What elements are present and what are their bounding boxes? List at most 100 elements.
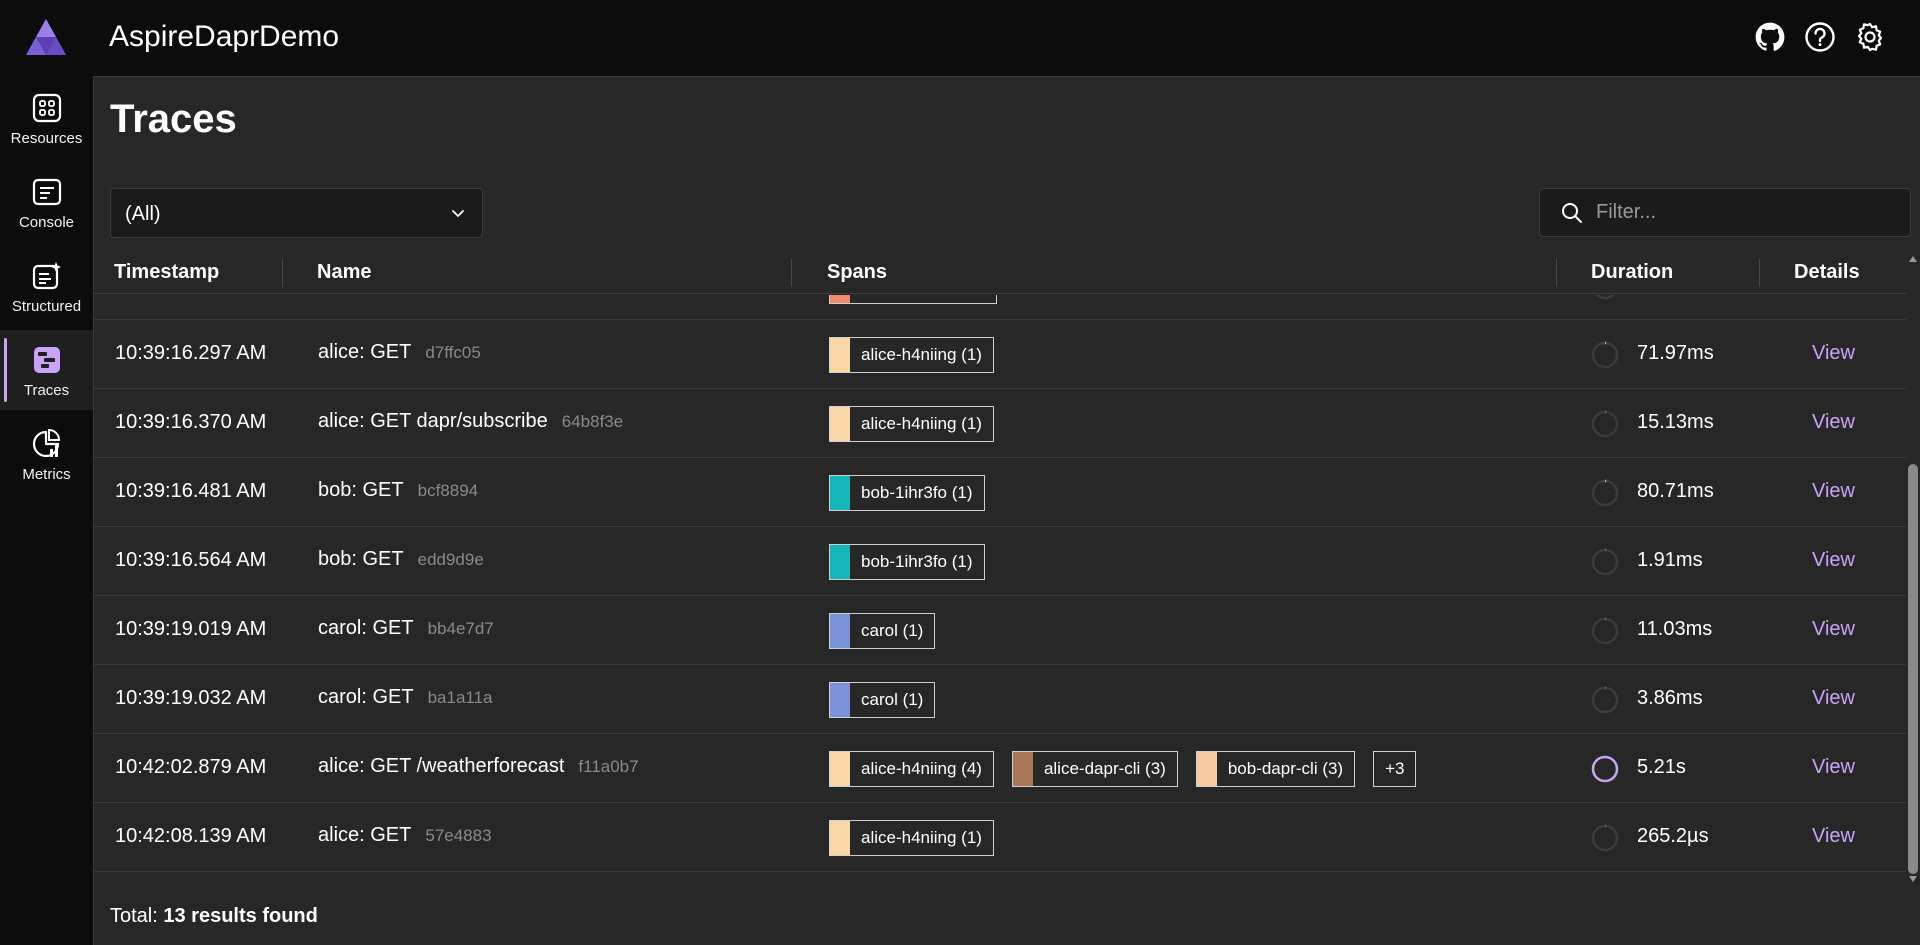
resources-grid-icon — [31, 92, 63, 124]
scroll-down-arrow-icon[interactable] — [1909, 876, 1917, 882]
span-badge[interactable]: alice-h4niing (1) — [829, 337, 994, 373]
timestamp-cell: 10:39:19.032 AM — [115, 687, 267, 709]
timestamp-cell: 10:42:08.139 AM — [115, 825, 267, 847]
span-badge-label: alice-h4niing (1) — [861, 828, 982, 847]
trace-id: 57e4883 — [425, 826, 492, 845]
spans-cell: bob-1ihr3fo (1) — [829, 544, 985, 580]
table-row[interactable]: 10:39:15.698 AMcarol: POST /v1.0/metadat… — [94, 295, 1906, 320]
column-divider[interactable] — [1556, 259, 1557, 287]
view-details-link[interactable]: View — [1812, 295, 1855, 296]
span-color-swatch — [1196, 752, 1217, 786]
span-badge[interactable]: bob-dapr-cli (3) — [1195, 751, 1356, 787]
table-row[interactable]: 10:39:19.019 AM carol: GET bb4e7d7 carol (1… — [94, 596, 1906, 665]
span-color-swatch — [830, 338, 850, 372]
table-row[interactable]: 10:42:02.879 AM alice: GET /weatherforeca… — [94, 734, 1906, 803]
view-details-link[interactable]: View — [1812, 825, 1855, 848]
sidebar-item-resources[interactable]: Resources — [0, 78, 93, 158]
span-badge[interactable]: alice-h4niing (1) — [829, 820, 994, 856]
column-header-details[interactable]: Details — [1794, 261, 1860, 284]
filter-field[interactable] — [1539, 188, 1911, 237]
github-icon[interactable] — [1754, 20, 1786, 54]
table-row[interactable]: 10:39:16.370 AM alice: GET dapr/subscribe… — [94, 389, 1906, 458]
column-header-name[interactable]: Name — [317, 261, 371, 284]
span-badge[interactable]: alice-h4niing (1) — [829, 406, 994, 442]
filter-input[interactable] — [1596, 189, 1896, 236]
trace-id: ba1a11a — [427, 688, 493, 707]
span-badge[interactable]: carol (1) — [829, 613, 936, 649]
view-details-link[interactable]: View — [1812, 756, 1855, 779]
duration-cell: 71.97ms — [1637, 342, 1714, 364]
column-divider[interactable] — [282, 259, 283, 287]
span-color-swatch — [830, 407, 850, 441]
view-details-link[interactable]: View — [1812, 480, 1855, 503]
spans-cell: alice-h4niing (1) — [829, 820, 994, 856]
span-badge[interactable]: carol (1) — [829, 682, 936, 718]
span-badge-label: carol (1) — [861, 690, 924, 709]
scrollbar-thumb[interactable] — [1908, 464, 1918, 874]
structured-logs-icon — [31, 260, 63, 292]
aspire-logo-icon[interactable] — [26, 19, 66, 55]
table-row[interactable]: 10:39:16.564 AM bob: GET edd9d9e bob-1ihr3f… — [94, 527, 1906, 596]
trace-id: d7ffc05 — [425, 343, 481, 362]
view-details-link[interactable]: View — [1812, 342, 1855, 365]
view-details-link[interactable]: View — [1812, 618, 1855, 641]
sidebar-item-metrics[interactable]: Metrics — [0, 414, 93, 494]
duration-ring-icon — [1591, 295, 1619, 300]
sidebar-item-label: Traces — [23, 382, 70, 399]
main-content: Traces (All) Timestamp Name Spans Durati… — [93, 76, 1920, 945]
more-spans-badge[interactable]: +3 — [1373, 751, 1417, 787]
table-row[interactable]: 10:39:16.481 AM bob: GET bcf8894 bob-1ihr3f… — [94, 458, 1906, 527]
help-icon[interactable] — [1804, 20, 1836, 54]
column-divider[interactable] — [791, 259, 792, 287]
results-count: 13 results found — [163, 905, 318, 927]
trace-id: f11a0b7 — [578, 757, 639, 776]
span-badge-label: carol (1) — [861, 621, 924, 640]
span-badge[interactable]: alice-dapr-cli (3) — [1011, 751, 1178, 787]
timestamp-cell: 10:39:16.481 AM — [115, 480, 267, 502]
sidebar-item-console[interactable]: Console — [0, 162, 93, 242]
table-row[interactable]: 10:42:08.139 AM alice: GET 57e4883 alice-h4… — [94, 803, 1906, 872]
sidebar-item-structured[interactable]: Structured — [0, 246, 93, 326]
table-row[interactable]: 10:39:16.297 AM alice: GET d7ffc05 alice-h4… — [94, 320, 1906, 389]
duration-cell: 11.03ms — [1637, 618, 1713, 640]
trace-name-cell: alice: GET /weatherforecast f11a0b7 — [318, 755, 639, 778]
column-divider[interactable] — [1759, 259, 1760, 287]
span-badge-label: alice-h4niing (4) — [861, 759, 982, 778]
view-details-link[interactable]: View — [1812, 687, 1855, 710]
traces-table-body: 10:39:15.698 AMcarol: POST /v1.0/metadat… — [94, 295, 1906, 877]
sidebar-item-traces[interactable]: Traces — [0, 330, 93, 410]
duration-cell: 0µs — [1637, 295, 1670, 296]
vertical-scrollbar[interactable] — [1906, 254, 1920, 884]
scroll-up-arrow-icon[interactable] — [1909, 256, 1917, 262]
trace-name: bob: GET — [318, 479, 404, 501]
span-badge-label: bob-dapr-cli (3) — [1227, 759, 1344, 778]
column-header-duration[interactable]: Duration — [1591, 261, 1673, 284]
resource-select[interactable]: (All) — [110, 188, 483, 238]
column-header-timestamp[interactable]: Timestamp — [114, 261, 219, 284]
span-badge[interactable]: alice-h4niing (4) — [829, 751, 994, 787]
timestamp-cell: 10:39:15.698 AM — [115, 295, 266, 296]
duration-cell: 1.91ms — [1637, 549, 1703, 571]
settings-icon[interactable] — [1854, 20, 1886, 54]
page-title: Traces — [110, 97, 237, 141]
duration-cell: 80.71ms — [1637, 480, 1714, 502]
span-color-swatch — [830, 295, 850, 303]
duration-ring-icon — [1591, 824, 1619, 852]
sidebar-nav: Resources Console Structured Traces Metr… — [0, 76, 93, 945]
sidebar-item-label: Resources — [10, 130, 83, 147]
view-details-link[interactable]: View — [1812, 549, 1855, 572]
sidebar-item-label: Console — [18, 214, 75, 231]
span-badge[interactable]: carol-dapr-cli (1) — [829, 295, 997, 304]
span-badge-label: bob-1ihr3fo (1) — [861, 483, 973, 502]
span-badge[interactable]: bob-1ihr3fo (1) — [829, 544, 985, 580]
timestamp-cell: 10:39:19.019 AM — [115, 618, 267, 640]
span-badge[interactable]: bob-1ihr3fo (1) — [829, 475, 985, 511]
console-icon — [31, 176, 63, 208]
table-row[interactable]: 10:39:19.032 AM carol: GET ba1a11a carol (1… — [94, 665, 1906, 734]
duration-cell: 5.21s — [1637, 756, 1686, 778]
trace-name: alice: GET /weatherforecast — [318, 755, 565, 777]
app-title[interactable]: AspireDaprDemo — [109, 20, 339, 54]
view-details-link[interactable]: View — [1812, 411, 1855, 434]
column-header-spans[interactable]: Spans — [827, 261, 887, 284]
span-color-swatch — [830, 752, 850, 786]
